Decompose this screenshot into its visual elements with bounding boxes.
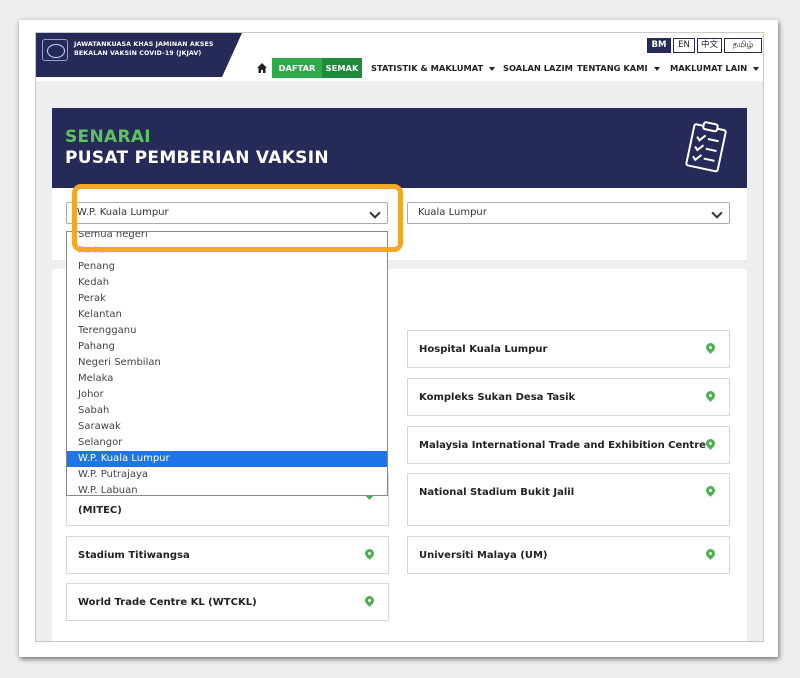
centre-card[interactable]: Universiti Malaya (UM) bbox=[407, 536, 730, 574]
map-pin-icon[interactable] bbox=[363, 547, 376, 560]
dropdown-option[interactable]: Terengganu bbox=[67, 323, 387, 339]
page-banner: SENARAI PUSAT PEMBERIAN VAKSIN bbox=[52, 108, 747, 188]
dropdown-option[interactable]: Melaka bbox=[67, 371, 387, 387]
semak-button[interactable]: SEMAK bbox=[322, 58, 362, 78]
nav-maklumat-label: MAKLUMAT LAIN bbox=[670, 63, 748, 73]
centre-name: Universiti Malaya (UM) bbox=[419, 550, 548, 561]
site-logo[interactable]: JAWATANKUASA KHAS JAMINAN AKSES BEKALAN … bbox=[36, 33, 242, 77]
org-line-2: BEKALAN VAKSIN COVID-19 (JKJAV) bbox=[74, 50, 202, 57]
state-dropdown-list[interactable]: Semua negeri Perlis Penang Kedah Perak K… bbox=[66, 231, 388, 496]
centre-name: Kompleks Sukan Desa Tasik bbox=[419, 392, 576, 403]
map-pin-icon[interactable] bbox=[363, 594, 376, 607]
centre-name: Malaysia International Trade and Exhibit… bbox=[419, 440, 706, 451]
dropdown-option-selected[interactable]: W.P. Kuala Lumpur bbox=[67, 451, 387, 467]
map-pin-icon[interactable] bbox=[704, 389, 717, 402]
nav-tentang-kami[interactable]: TENTANG KAMI bbox=[577, 58, 660, 78]
lang-ta-button[interactable]: தமிழ் bbox=[724, 38, 762, 53]
dropdown-option[interactable]: Sarawak bbox=[67, 419, 387, 435]
centre-card[interactable]: Malaysia International Trade and Exhibit… bbox=[407, 426, 730, 464]
dropdown-option[interactable]: Kelantan bbox=[67, 307, 387, 323]
org-line-1: JAWATANKUASA KHAS JAMINAN AKSES bbox=[74, 41, 214, 48]
dropdown-option[interactable]: Kedah bbox=[67, 275, 387, 291]
centre-card[interactable]: Stadium Titiwangsa bbox=[66, 536, 389, 574]
top-bar: JAWATANKUASA KHAS JAMINAN AKSES BEKALAN … bbox=[36, 33, 763, 81]
dropdown-option[interactable]: Penang bbox=[67, 259, 387, 275]
dropdown-option[interactable]: Selangor bbox=[67, 435, 387, 451]
centre-name: National Stadium Bukit Jalil bbox=[419, 487, 575, 498]
banner-title-line2: PUSAT PEMBERIAN VAKSIN bbox=[65, 148, 329, 168]
nav-tentang-label: TENTANG KAMI bbox=[577, 63, 648, 73]
district-select-value: Kuala Lumpur bbox=[418, 207, 487, 218]
crest-icon bbox=[42, 39, 68, 61]
dropdown-option[interactable]: W.P. Labuan bbox=[67, 483, 387, 495]
centre-card[interactable]: Hospital Kuala Lumpur bbox=[407, 330, 730, 368]
centre-card[interactable]: World Trade Centre KL (WTCKL) bbox=[66, 583, 389, 621]
map-pin-icon[interactable] bbox=[704, 547, 717, 560]
centre-name: Stadium Titiwangsa bbox=[78, 550, 190, 561]
chevron-down-icon bbox=[753, 66, 760, 71]
screenshot-frame: JAWATANKUASA KHAS JAMINAN AKSES BEKALAN … bbox=[19, 20, 778, 657]
browser-viewport: JAWATANKUASA KHAS JAMINAN AKSES BEKALAN … bbox=[35, 32, 764, 642]
dropdown-option[interactable]: Perak bbox=[67, 291, 387, 307]
dropdown-option[interactable]: Pahang bbox=[67, 339, 387, 355]
chevron-down-icon bbox=[653, 66, 660, 71]
lang-bm-button[interactable]: BM bbox=[647, 38, 671, 53]
district-select[interactable]: Kuala Lumpur bbox=[407, 202, 730, 224]
nav-soalan-lazim[interactable]: SOALAN LAZIM bbox=[503, 58, 573, 78]
map-pin-icon[interactable] bbox=[704, 484, 717, 497]
highlight-box bbox=[72, 184, 403, 252]
dropdown-option[interactable]: W.P. Putrajaya bbox=[67, 467, 387, 483]
map-pin-icon[interactable] bbox=[704, 341, 717, 354]
centre-card[interactable]: Kompleks Sukan Desa Tasik bbox=[407, 378, 730, 416]
centre-card[interactable]: National Stadium Bukit Jalil bbox=[407, 473, 730, 526]
logo-text: JAWATANKUASA KHAS JAMINAN AKSES BEKALAN … bbox=[74, 40, 214, 58]
map-pin-icon[interactable] bbox=[704, 437, 717, 450]
chevron-down-icon bbox=[711, 207, 723, 219]
clipboard-checklist-icon bbox=[685, 121, 727, 173]
banner-title-line1: SENARAI bbox=[65, 127, 151, 147]
dropdown-option[interactable]: Sabah bbox=[67, 403, 387, 419]
dropdown-option[interactable]: Negeri Sembilan bbox=[67, 355, 387, 371]
nav-statistik-label: STATISTIK & MAKLUMAT bbox=[371, 63, 484, 73]
chevron-down-icon bbox=[489, 66, 496, 71]
lang-en-button[interactable]: EN bbox=[673, 38, 695, 53]
nav-maklumat-lain[interactable]: MAKLUMAT LAIN bbox=[670, 58, 760, 78]
centre-name: (MITEC) bbox=[78, 505, 122, 516]
lang-zh-button[interactable]: 中文 bbox=[697, 38, 722, 53]
nav-statistik[interactable]: STATISTIK & MAKLUMAT bbox=[371, 58, 496, 78]
centre-name: Hospital Kuala Lumpur bbox=[419, 344, 548, 355]
home-icon[interactable] bbox=[256, 62, 268, 74]
centre-name: World Trade Centre KL (WTCKL) bbox=[78, 597, 257, 608]
daftar-button[interactable]: DAFTAR bbox=[272, 58, 322, 78]
dropdown-option[interactable]: Johor bbox=[67, 387, 387, 403]
